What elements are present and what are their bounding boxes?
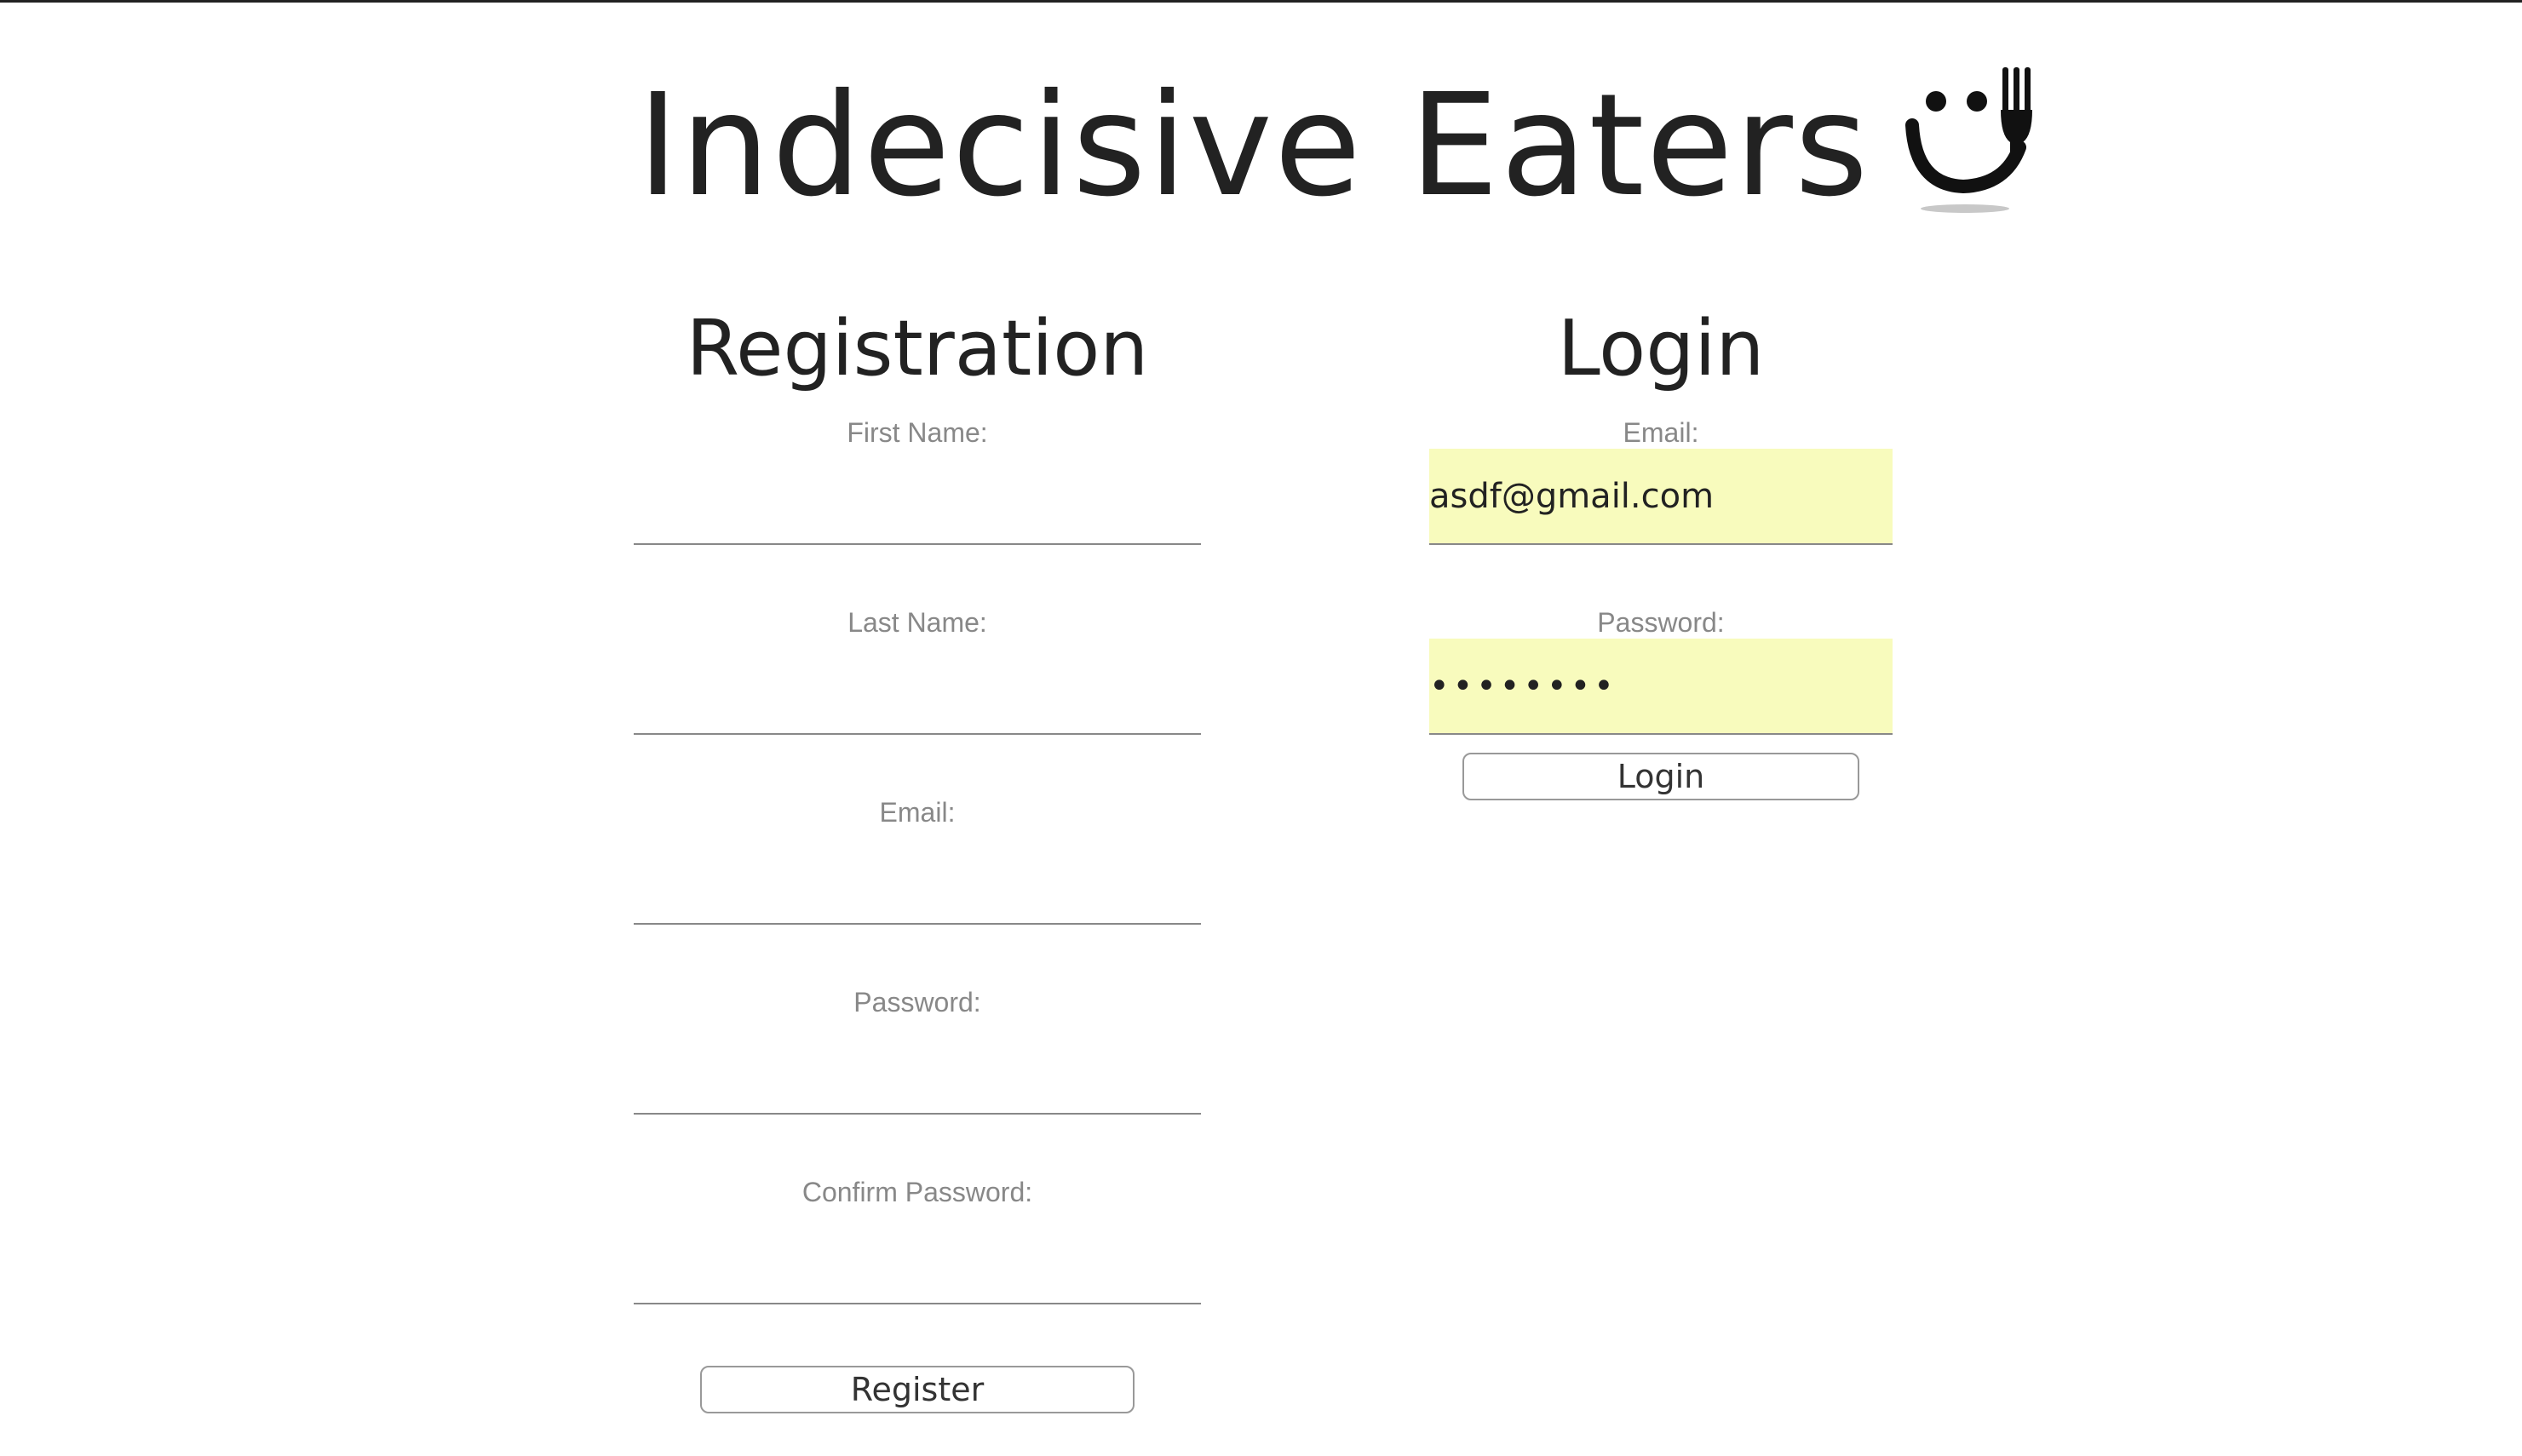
registration-form: Registration First Name: Last Name: Emai… <box>634 302 1201 1413</box>
first-name-label: First Name: <box>847 417 988 448</box>
last-name-group: Last Name: <box>634 606 1201 796</box>
register-email-label: Email: <box>879 797 956 828</box>
login-form: Login Email: Password: Login <box>1429 302 1893 800</box>
register-email-input[interactable] <box>634 828 1201 925</box>
site-title: Indecisive Eaters <box>637 64 1870 228</box>
login-email-label: Email: <box>1623 417 1699 448</box>
login-password-group: Password: <box>1429 606 1893 753</box>
register-password-group: Password: <box>634 986 1201 1176</box>
confirm-password-group: Confirm Password: <box>634 1176 1201 1366</box>
login-email-input[interactable] <box>1429 449 1893 545</box>
login-password-label: Password: <box>1597 607 1725 638</box>
last-name-label: Last Name: <box>847 607 987 638</box>
register-email-group: Email: <box>634 796 1201 986</box>
register-button[interactable]: Register <box>700 1366 1135 1413</box>
login-heading: Login <box>1557 304 1765 393</box>
registration-heading: Registration <box>686 304 1149 393</box>
login-email-group: Email: <box>1429 416 1893 606</box>
site-header: Indecisive Eaters <box>637 61 2040 232</box>
login-password-input[interactable] <box>1429 639 1893 735</box>
last-name-input[interactable] <box>634 639 1201 735</box>
confirm-password-input[interactable] <box>634 1208 1201 1304</box>
first-name-input[interactable] <box>634 449 1201 545</box>
login-button[interactable]: Login <box>1462 753 1859 800</box>
top-border <box>0 0 2522 3</box>
register-password-input[interactable] <box>634 1018 1201 1115</box>
register-password-label: Password: <box>853 987 981 1017</box>
first-name-group: First Name: <box>634 416 1201 606</box>
smiley-fork-icon <box>1905 67 2033 213</box>
confirm-password-label: Confirm Password: <box>801 1177 1033 1207</box>
